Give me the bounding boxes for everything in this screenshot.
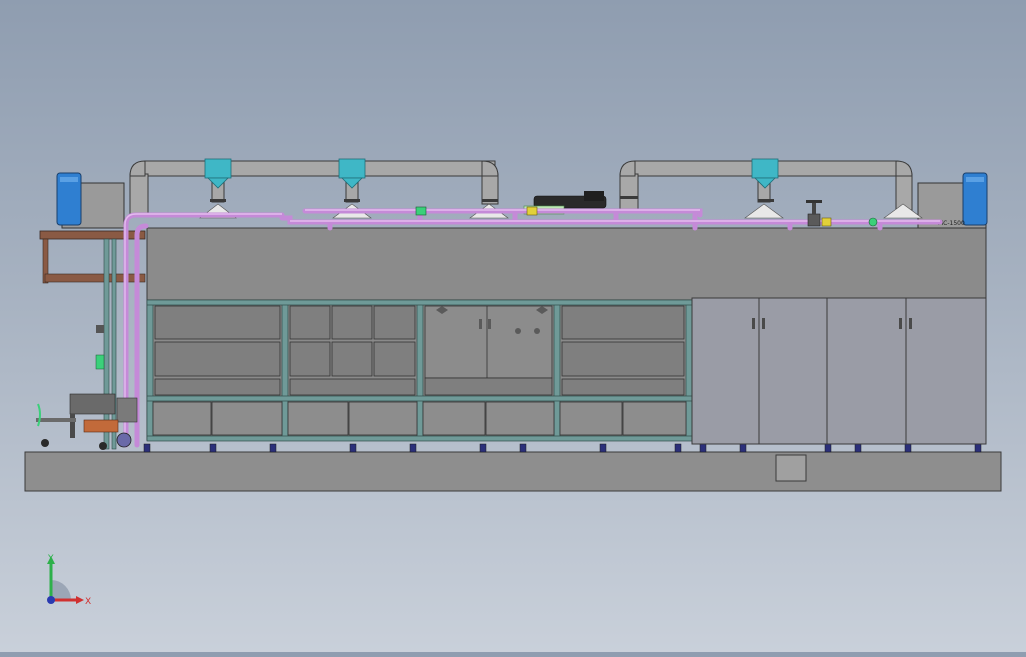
drain-box (775, 454, 807, 482)
right-cabinets (691, 297, 987, 445)
coordinate-triad: Y X (47, 554, 91, 607)
x-axis-label: X (85, 597, 91, 607)
left-pump-assembly (83, 325, 138, 448)
cad-viewport[interactable]: MC-1500 Y X (0, 0, 1026, 652)
valve-body (807, 213, 821, 227)
left-filter-unit (56, 172, 125, 229)
leveling-feet (143, 443, 982, 453)
machine-drawing: MC-1500 (24, 158, 1002, 492)
z-axis-point (47, 596, 55, 604)
frame-bays (146, 299, 693, 442)
base-platform (24, 451, 1002, 492)
exhaust-duct-left (129, 160, 499, 215)
upper-panel (146, 227, 987, 301)
y-axis-label: Y (47, 554, 54, 564)
